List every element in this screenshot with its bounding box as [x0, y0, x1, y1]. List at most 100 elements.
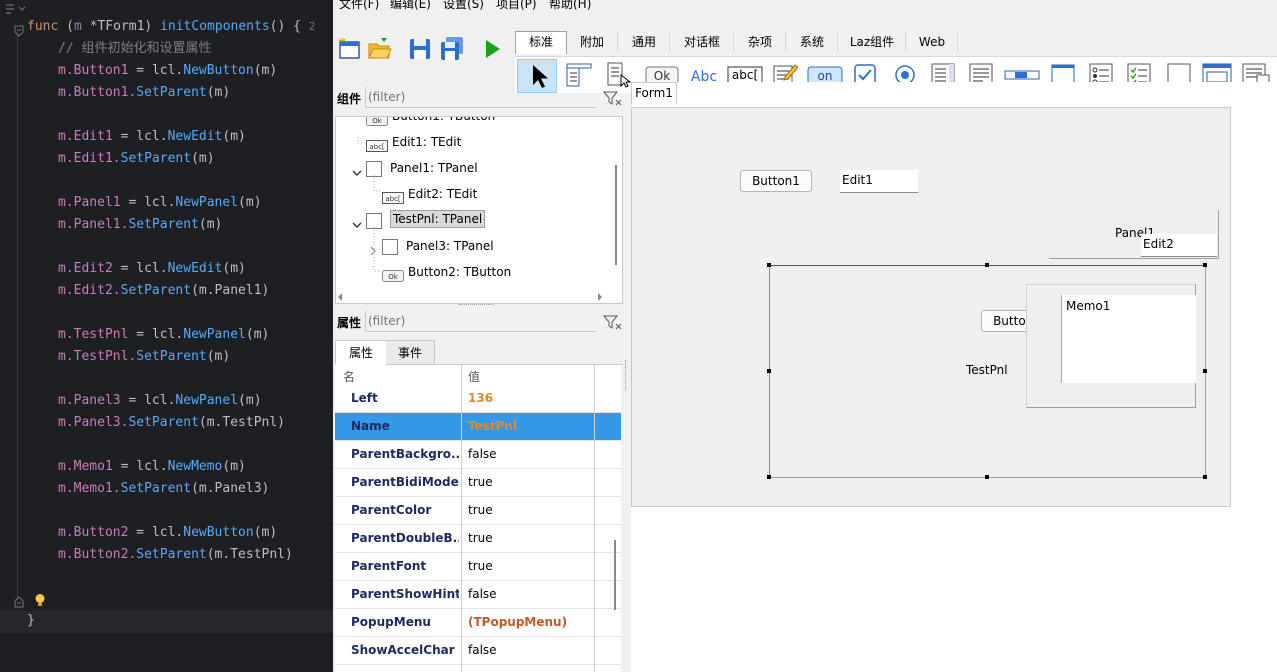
- popupmenu-icon[interactable]: [605, 61, 633, 89]
- properties-filter-input[interactable]: [365, 311, 596, 332]
- tree-collapse-icon[interactable]: [352, 215, 362, 228]
- run-icon[interactable]: [479, 36, 505, 62]
- menu-file[interactable]: 文件(F): [339, 0, 379, 12]
- panel3-control[interactable]: Memo1: [1026, 284, 1196, 408]
- tree-item[interactable]: Panel3: TPanel: [336, 234, 608, 260]
- tree-item[interactable]: abc[Edit2: TEdit: [336, 182, 608, 208]
- field: m.Panel1: [58, 195, 121, 210]
- palette-tab-common[interactable]: 通用: [619, 32, 670, 52]
- tab-events[interactable]: 事件: [386, 340, 435, 365]
- property-value[interactable]: TestPnl: [468, 419, 517, 433]
- property-vertical-thumb[interactable]: [614, 540, 616, 610]
- menu-edit[interactable]: 编辑(E): [390, 0, 431, 12]
- clear-filter-icon[interactable]: [601, 88, 623, 108]
- property-row[interactable]: ParentBidiMode true: [335, 469, 621, 497]
- column-value-header: 值: [468, 370, 481, 384]
- tree-vertical-scrollbar[interactable]: [610, 117, 622, 289]
- property-row[interactable]: Left 136: [335, 385, 621, 413]
- button-ok-icon: Ok: [366, 117, 388, 127]
- tree-item[interactable]: TestPnl: TPanel: [336, 208, 608, 234]
- selection-handle-sw[interactable]: [767, 475, 771, 479]
- call-name: SetParent: [136, 547, 207, 562]
- tree-item[interactable]: Panel1: TPanel: [336, 156, 608, 182]
- save-icon[interactable]: [407, 36, 433, 62]
- save-all-icon[interactable]: [439, 36, 465, 62]
- property-row[interactable]: PopupMenu (TPopupMenu): [335, 609, 621, 637]
- form-tab[interactable]: Form1: [631, 82, 677, 105]
- palette-tab-additional[interactable]: 附加: [567, 32, 618, 52]
- property-row[interactable]: ShowAccelChar false: [335, 637, 621, 665]
- palette-tab-system[interactable]: 系统: [787, 32, 838, 52]
- selection-handle-w[interactable]: [767, 369, 771, 373]
- clear-filter-icon[interactable]: [601, 312, 623, 332]
- property-value[interactable]: true: [468, 531, 493, 545]
- palette-tab-misc[interactable]: 杂项: [735, 32, 786, 52]
- fold-open-icon[interactable]: [14, 22, 24, 37]
- menu-help[interactable]: 帮助(H): [549, 0, 591, 12]
- property-value[interactable]: (TPopupMenu): [468, 615, 567, 629]
- property-grid[interactable]: 名 值 Left 136 Name TestPnl ParentBackgro... fa…: [335, 365, 621, 672]
- property-value[interactable]: true: [468, 559, 493, 573]
- tree-item[interactable]: Ok Button1: TButton: [336, 117, 608, 130]
- edit2-control[interactable]: Edit2: [1141, 234, 1217, 257]
- tree-vertical-thumb[interactable]: [615, 165, 617, 265]
- menu-project[interactable]: 项目(P): [496, 0, 537, 12]
- open-folder-icon[interactable]: [367, 36, 393, 62]
- property-row[interactable]: ParentColor true: [335, 497, 621, 525]
- operator: =: [112, 261, 137, 276]
- property-row[interactable]: Name TestPnl: [335, 413, 621, 441]
- receiver: m.Panel3.: [58, 415, 129, 430]
- palette-tab-lazcontrols[interactable]: Laz组件: [839, 32, 906, 52]
- new-form-icon[interactable]: [337, 36, 363, 62]
- testpnl-control[interactable]: TestPnl Button2 Memo1: [769, 265, 1206, 478]
- button1-control[interactable]: Button1: [740, 170, 812, 192]
- menu-settings[interactable]: 设置(S): [443, 0, 484, 12]
- svg-text:abc[: abc[: [369, 143, 385, 151]
- property-row[interactable]: ParentFont true: [335, 553, 621, 581]
- inspection-widget[interactable]: [4, 2, 50, 16]
- column-separator[interactable]: [461, 365, 462, 672]
- horizontal-splitter[interactable]: [459, 304, 493, 309]
- property-value[interactable]: false: [468, 587, 497, 601]
- tree-horizontal-scrollbar[interactable]: [336, 289, 610, 303]
- palette-tab-dialogs[interactable]: 对话框: [671, 32, 734, 52]
- property-value[interactable]: 136: [468, 391, 493, 405]
- palette-tab-standard[interactable]: 标准: [515, 31, 567, 54]
- tab-properties[interactable]: 属性: [335, 340, 387, 365]
- selection-handle-ne[interactable]: [1203, 263, 1207, 267]
- property-value[interactable]: true: [468, 503, 493, 517]
- selection-handle-s[interactable]: [985, 475, 989, 479]
- property-name: ParentColor: [351, 503, 432, 517]
- selection-handle-se[interactable]: [1203, 475, 1207, 479]
- form1-canvas[interactable]: Button1 Edit1 Panel1 Edit2 TestPnl Butto…: [631, 107, 1231, 507]
- selection-handle-e[interactable]: [1203, 369, 1207, 373]
- tree-expand-icon[interactable]: [368, 241, 378, 256]
- tree-collapse-icon[interactable]: [352, 163, 362, 176]
- property-vertical-scrollbar[interactable]: [609, 385, 621, 672]
- fold-close-icon[interactable]: [14, 593, 24, 608]
- code-editor[interactable]: func (m *TForm1) initComponents() { 2 // …: [0, 0, 333, 672]
- lightbulb-icon[interactable]: [34, 593, 46, 608]
- panel1-control[interactable]: Panel1 Edit2: [1049, 210, 1219, 259]
- property-row[interactable]: ParentShowHint false: [335, 581, 621, 609]
- components-filter-input[interactable]: [365, 87, 596, 108]
- component-tree[interactable]: Ok Button1: TButton abc[Edit1: TEdit Panel1…: [335, 116, 623, 304]
- property-row[interactable]: ParentBackgro... false: [335, 441, 621, 469]
- edit1-control[interactable]: Edit1: [840, 170, 918, 193]
- property-value[interactable]: false: [468, 643, 497, 657]
- vertical-splitter[interactable]: [625, 360, 630, 390]
- property-value[interactable]: false: [468, 447, 497, 461]
- selection-handle-nw[interactable]: [767, 263, 771, 267]
- receiver: m.Button1.: [58, 85, 137, 100]
- field: m.Button1: [58, 63, 129, 78]
- property-row[interactable]: ParentDoubleB... true: [335, 525, 621, 553]
- tree-item[interactable]: abc[Edit1: TEdit: [336, 130, 608, 156]
- property-value[interactable]: true: [468, 475, 493, 489]
- mainmenu-icon[interactable]: [565, 61, 593, 89]
- selection-handle-n[interactable]: [985, 263, 989, 267]
- palette-tab-web[interactable]: Web: [907, 32, 958, 52]
- call-name: NewEdit: [167, 129, 223, 144]
- tree-item[interactable]: Ok Button2: TButton: [336, 260, 608, 286]
- call-name: NewPanel: [183, 327, 246, 342]
- memo1-control[interactable]: Memo1: [1061, 295, 1196, 383]
